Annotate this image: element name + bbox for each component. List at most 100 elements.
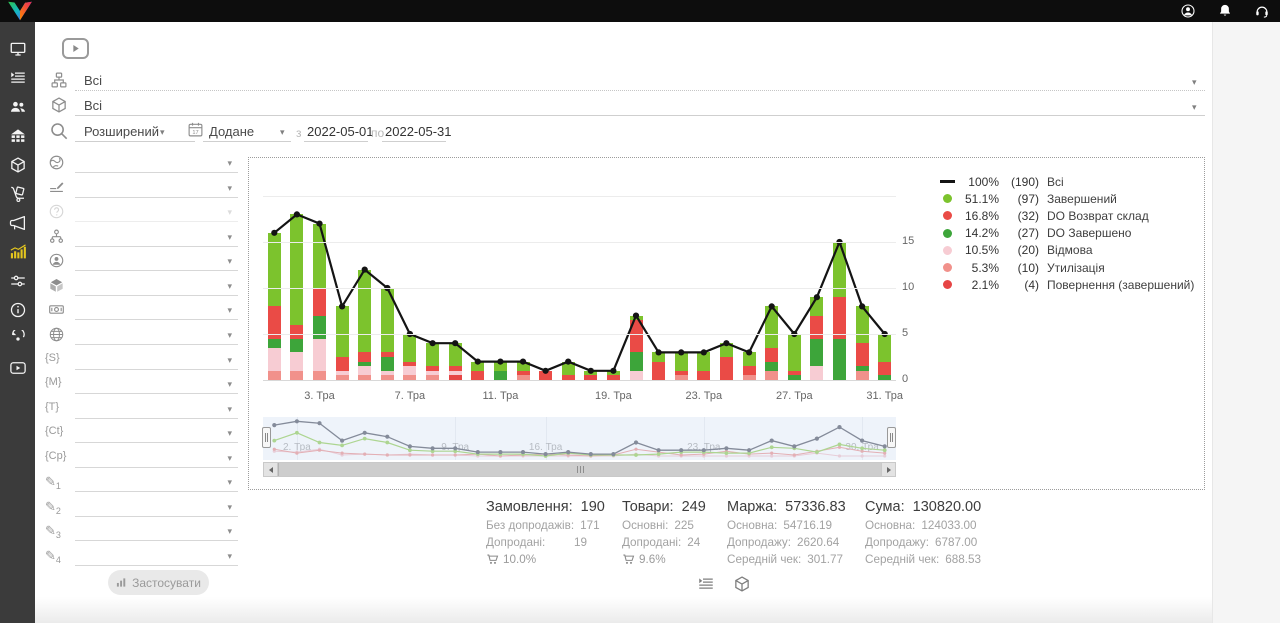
legend-item[interactable]: 51.1%(97)Завершений xyxy=(937,190,1194,207)
line-point[interactable] xyxy=(452,340,458,346)
param-select[interactable] xyxy=(75,544,238,566)
line-point[interactable] xyxy=(475,359,481,365)
line-point[interactable] xyxy=(271,230,277,236)
chevron-down-icon[interactable]: ▾ xyxy=(227,330,232,341)
status-select-underline[interactable] xyxy=(75,74,1205,91)
line-point[interactable] xyxy=(814,294,820,300)
chevron-down-icon[interactable]: ▾ xyxy=(227,305,232,316)
video-help-button[interactable] xyxy=(62,38,89,59)
chevron-down-icon[interactable]: ▾ xyxy=(227,404,232,415)
line-point[interactable] xyxy=(565,359,571,365)
playlist-icon[interactable] xyxy=(697,575,715,593)
chevron-down-icon[interactable]: ▾ xyxy=(227,428,232,439)
sidebar-item-refresh[interactable] xyxy=(0,324,35,353)
chevron-down-icon[interactable]: ▾ xyxy=(227,477,232,488)
legend-item[interactable]: 10.5%(20)Відмова xyxy=(937,242,1194,259)
param-select[interactable] xyxy=(75,225,238,247)
sidebar-item-marketing[interactable] xyxy=(0,208,35,237)
param-select[interactable] xyxy=(75,274,238,296)
sidebar-item-statistics[interactable] xyxy=(0,237,35,266)
chevron-down-icon[interactable]: ▾ xyxy=(1192,102,1197,113)
chevron-down-icon[interactable]: ▾ xyxy=(227,158,232,169)
navigator-mask[interactable] xyxy=(263,417,896,460)
line-point[interactable] xyxy=(656,349,662,355)
param-select[interactable] xyxy=(75,151,238,173)
param-select[interactable] xyxy=(75,446,238,468)
line-point[interactable] xyxy=(543,368,549,374)
line-point[interactable] xyxy=(316,221,322,227)
cart-icon xyxy=(622,553,635,566)
param-select[interactable] xyxy=(75,495,238,517)
param-select[interactable] xyxy=(75,323,238,345)
user-icon[interactable] xyxy=(1180,3,1196,19)
legend-item[interactable]: 2.1%(4)Повернення (завершений) xyxy=(937,276,1194,293)
line-point[interactable] xyxy=(339,303,345,309)
line-point[interactable] xyxy=(723,340,729,346)
chevron-down-icon[interactable]: ▾ xyxy=(227,453,232,464)
legend-item[interactable]: 5.3%(10)Утилізація xyxy=(937,259,1194,276)
line-point[interactable] xyxy=(746,349,752,355)
app-logo[interactable] xyxy=(6,0,34,22)
y-axis-label: 0 xyxy=(902,373,928,385)
chevron-down-icon[interactable]: ▾ xyxy=(227,256,232,267)
chevron-down-icon[interactable]: ▾ xyxy=(227,183,232,194)
sidebar-item-products[interactable] xyxy=(0,150,35,179)
scrollbar-thumb[interactable] xyxy=(278,463,883,476)
navigator-right-handle[interactable] xyxy=(887,427,896,448)
chevron-down-icon: ▾ xyxy=(227,207,232,218)
support-icon[interactable] xyxy=(1254,3,1270,19)
param-select[interactable] xyxy=(75,397,238,419)
chart-navigator[interactable]: 2. Тра9. Тра16. Тра23. Тра30. Тра xyxy=(263,417,896,460)
navigator-left-handle[interactable] xyxy=(262,427,271,448)
scrollbar-right-arrow[interactable] xyxy=(881,463,895,476)
apply-button-label: Застосувати xyxy=(132,576,201,590)
line-point[interactable] xyxy=(294,211,300,217)
chevron-down-icon[interactable]: ▾ xyxy=(227,355,232,366)
sidebar-item-logistics[interactable] xyxy=(0,179,35,208)
line-point[interactable] xyxy=(588,368,594,374)
line-point[interactable] xyxy=(362,267,368,273)
param-select[interactable] xyxy=(75,298,238,320)
param-select[interactable] xyxy=(75,176,238,198)
sidebar-item-warehouse[interactable] xyxy=(0,121,35,150)
line-point[interactable] xyxy=(769,303,775,309)
chevron-down-icon[interactable]: ▾ xyxy=(227,526,232,537)
sidebar-item-orders[interactable] xyxy=(0,63,35,92)
param-select[interactable] xyxy=(75,470,238,492)
param-select[interactable] xyxy=(75,348,238,370)
chevron-down-icon[interactable]: ▾ xyxy=(227,379,232,390)
scrollbar-left-arrow[interactable] xyxy=(264,463,278,476)
sidebar-item-video-tutorials[interactable] xyxy=(0,353,35,382)
line-point[interactable] xyxy=(430,340,436,346)
legend-item[interactable]: 16.8%(32)DO Возврат склад xyxy=(937,207,1194,224)
line-point[interactable] xyxy=(520,359,526,365)
chevron-down-icon[interactable]: ▾ xyxy=(227,281,232,292)
apply-button[interactable]: Застосувати xyxy=(108,570,209,595)
legend-count: (4) xyxy=(999,278,1039,292)
param-select[interactable] xyxy=(75,249,238,271)
sidebar-item-clients[interactable] xyxy=(0,92,35,121)
sidebar-item-dashboard[interactable] xyxy=(0,34,35,63)
legend-item[interactable]: 100%(190)Всі xyxy=(937,173,1194,190)
param-select[interactable] xyxy=(75,372,238,394)
param-select[interactable] xyxy=(75,421,238,443)
chevron-down-icon[interactable]: ▾ xyxy=(227,551,232,562)
line-point[interactable] xyxy=(610,368,616,374)
chevron-down-icon[interactable]: ▾ xyxy=(227,232,232,243)
bell-icon[interactable] xyxy=(1217,3,1233,19)
line-point[interactable] xyxy=(701,349,707,355)
line-point[interactable] xyxy=(497,359,503,365)
line-point[interactable] xyxy=(633,313,639,319)
line-point[interactable] xyxy=(678,349,684,355)
chevron-down-icon[interactable]: ▾ xyxy=(227,502,232,513)
sidebar-item-settings[interactable] xyxy=(0,266,35,295)
legend-item[interactable]: 14.2%(27)DO Завершено xyxy=(937,225,1194,242)
sidebar-item-info[interactable] xyxy=(0,295,35,324)
search-mode-underline xyxy=(75,125,195,142)
chart-scrollbar[interactable] xyxy=(263,462,896,477)
param-select[interactable] xyxy=(75,519,238,541)
package-icon[interactable] xyxy=(733,575,751,593)
product-select-underline[interactable] xyxy=(75,99,1205,116)
line-point[interactable] xyxy=(859,303,865,309)
chevron-down-icon[interactable]: ▾ xyxy=(1192,77,1197,88)
